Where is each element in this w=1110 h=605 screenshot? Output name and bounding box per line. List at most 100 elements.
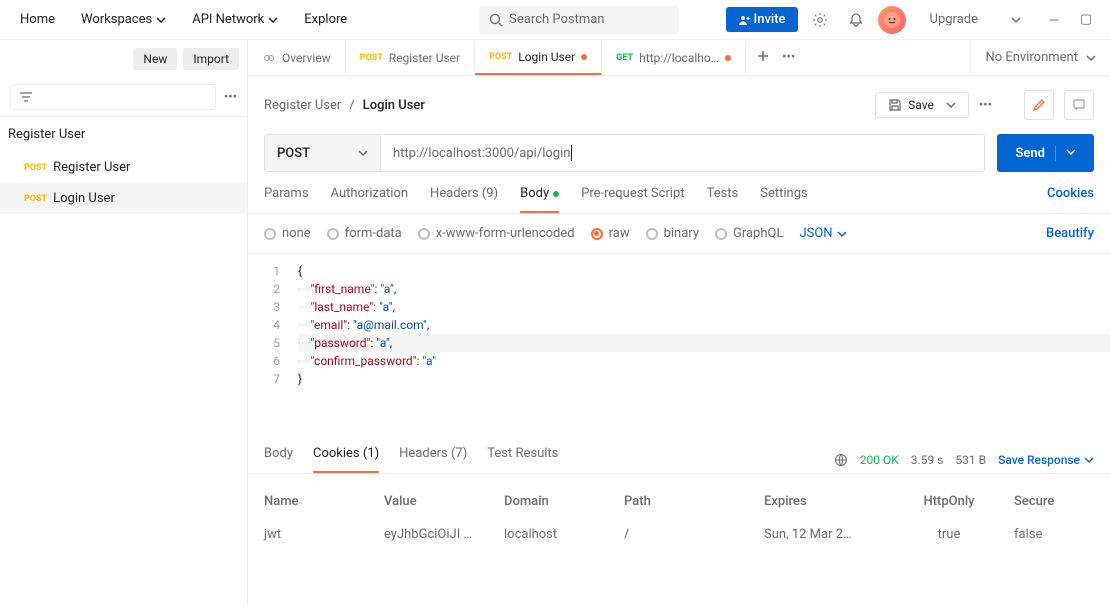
- tab-overview[interactable]: Overview: [248, 40, 346, 75]
- main: New Import ••• Register User POST Regist…: [0, 40, 1110, 605]
- chevron-down-icon: [1011, 15, 1021, 25]
- tab-params[interactable]: Params: [264, 186, 309, 213]
- new-button[interactable]: New: [133, 48, 177, 70]
- sidebar-item-label: Login User: [53, 191, 115, 206]
- resp-tab-cookies[interactable]: Cookies (1): [313, 446, 379, 473]
- globe-icon: [834, 453, 848, 467]
- tab-headers[interactable]: Headers (9): [430, 186, 498, 213]
- tab-settings[interactable]: Settings: [760, 186, 807, 213]
- window-maximize[interactable]: ▢: [1078, 12, 1094, 28]
- body-graphql[interactable]: GraphQL: [715, 226, 783, 241]
- resp-tab-results[interactable]: Test Results: [487, 446, 558, 473]
- body-editor[interactable]: 1234567 { ····"first_name": "a", ····"la…: [248, 253, 1110, 396]
- upgrade-button[interactable]: Upgrade: [914, 8, 994, 31]
- chevron-down-icon: [268, 15, 278, 25]
- nav-workspaces[interactable]: Workspaces: [69, 6, 178, 33]
- cookies-table: Name Value Domain Path Expires HttpOnly …: [248, 474, 1110, 564]
- cookies-link[interactable]: Cookies: [1047, 186, 1094, 213]
- body-raw[interactable]: raw: [591, 226, 630, 241]
- avatar[interactable]: [878, 6, 906, 34]
- tabs-row: Overview POST Register User POST Login U…: [248, 40, 1110, 76]
- resp-tab-headers[interactable]: Headers (7): [399, 446, 467, 473]
- window-minimize[interactable]: ─: [1046, 12, 1062, 28]
- tab-body[interactable]: Body: [520, 186, 559, 213]
- sidebar: New Import ••• Register User POST Regist…: [0, 40, 248, 605]
- comment-icon: [1072, 98, 1086, 112]
- notifications-button[interactable]: [842, 6, 870, 34]
- search-input[interactable]: Search Postman: [479, 6, 679, 34]
- body-indicator: [553, 191, 559, 197]
- response-meta: 200 OK 3.59 s 531 B Save Response: [834, 453, 1094, 467]
- request-more[interactable]: •••: [979, 98, 992, 113]
- tabs-more[interactable]: •••: [782, 50, 795, 65]
- chevron-down-icon: [358, 148, 368, 158]
- sidebar-item-login-user[interactable]: POST Login User: [0, 183, 247, 214]
- tab-register-user[interactable]: POST Register User: [346, 40, 475, 75]
- url-input[interactable]: http://localhost:3000/api/login: [380, 134, 985, 172]
- content: Register User / Login User Save •••: [248, 76, 1110, 605]
- link-icon: [262, 51, 276, 65]
- tab-authorization[interactable]: Authorization: [331, 186, 409, 213]
- import-button[interactable]: Import: [183, 48, 239, 70]
- invite-button[interactable]: Invite: [726, 7, 798, 32]
- sidebar-filter: •••: [0, 78, 247, 117]
- method-tag: POST: [24, 194, 47, 204]
- settings-button[interactable]: [806, 6, 834, 34]
- method-tag: POST: [360, 53, 383, 63]
- body-binary[interactable]: binary: [646, 226, 699, 241]
- breadcrumb-current: Login User: [363, 98, 425, 113]
- collection-name[interactable]: Register User: [0, 117, 247, 152]
- filter-input[interactable]: [10, 84, 216, 110]
- nav-explore[interactable]: Explore: [292, 6, 359, 33]
- upgrade-chevron[interactable]: [1002, 6, 1030, 34]
- body-lang-select[interactable]: JSON: [799, 226, 846, 241]
- tab-localhost[interactable]: GET http://localhost:: [602, 40, 746, 75]
- avatar-face-icon: [883, 11, 901, 29]
- send-button[interactable]: Send: [997, 134, 1094, 172]
- sidebar-item-register-user[interactable]: POST Register User: [0, 152, 247, 183]
- chevron-down-icon: [1084, 455, 1094, 465]
- body-none[interactable]: none: [264, 226, 311, 241]
- method-select[interactable]: POST: [264, 134, 380, 172]
- save-icon: [888, 98, 902, 112]
- unsaved-dot: [581, 54, 587, 60]
- nav-api-network[interactable]: API Network: [180, 6, 290, 33]
- cookie-httponly: true: [894, 527, 1014, 542]
- tab-tests[interactable]: Tests: [707, 186, 739, 213]
- sidebar-more[interactable]: •••: [224, 90, 237, 105]
- environment-select[interactable]: No Environment: [970, 40, 1110, 75]
- edit-button[interactable]: [1024, 90, 1054, 120]
- chevron-down-icon: [837, 229, 847, 239]
- chevron-down-icon: [1086, 53, 1096, 63]
- resp-tab-body[interactable]: Body: [264, 446, 293, 473]
- method-tag: POST: [489, 52, 512, 62]
- body-form-data[interactable]: form-data: [327, 226, 402, 241]
- window-controls: ─ ▢: [1038, 12, 1102, 28]
- body-urlencoded[interactable]: x-www-form-urlencoded: [418, 226, 575, 241]
- workarea: Overview POST Register User POST Login U…: [248, 40, 1110, 605]
- chevron-down-icon: [1066, 147, 1076, 157]
- breadcrumb-row: Register User / Login User Save •••: [248, 76, 1110, 134]
- tab-login-user[interactable]: POST Login User: [475, 40, 602, 75]
- new-tab-button[interactable]: [756, 49, 770, 67]
- nav-home[interactable]: Home: [8, 6, 67, 33]
- breadcrumb-parent[interactable]: Register User: [264, 98, 341, 113]
- beautify-button[interactable]: Beautify: [1046, 226, 1094, 241]
- breadcrumb-actions: Save •••: [875, 90, 1094, 120]
- save-response-button[interactable]: Save Response: [998, 453, 1094, 467]
- response-size: 531 B: [955, 453, 986, 467]
- cookie-name: jwt: [264, 527, 384, 542]
- nav-items: Home Workspaces API Network Explore: [8, 6, 359, 33]
- table-head: Name Value Domain Path Expires HttpOnly …: [264, 486, 1094, 517]
- sidebar-item-label: Register User: [53, 160, 130, 175]
- cookie-expires: Sun, 12 Mar 2…: [764, 527, 894, 542]
- save-button[interactable]: Save: [875, 92, 969, 118]
- tab-prerequest[interactable]: Pre-request Script: [581, 186, 684, 213]
- response-status: 200 OK: [860, 453, 899, 467]
- person-plus-icon: [738, 14, 750, 26]
- editor-code[interactable]: { ····"first_name": "a", ····"last_name"…: [298, 262, 1110, 388]
- bell-icon: [848, 12, 864, 28]
- comment-button[interactable]: [1064, 90, 1094, 120]
- pencil-icon: [1032, 98, 1046, 112]
- url-row: POST http://localhost:3000/api/login Sen…: [248, 134, 1110, 172]
